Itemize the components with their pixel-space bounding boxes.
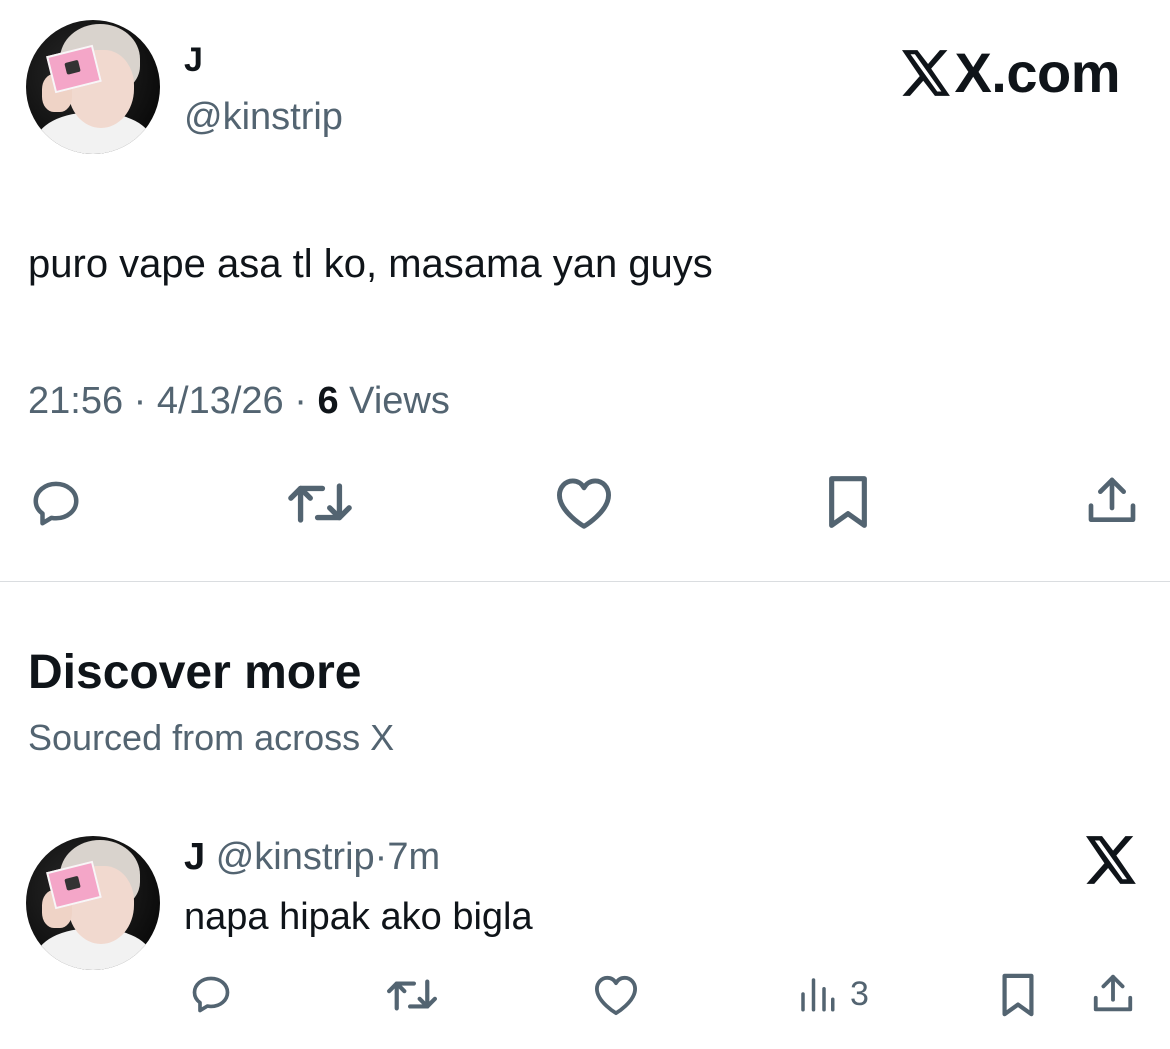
like-icon[interactable] (592, 974, 640, 1016)
bookmark-icon[interactable] (822, 474, 874, 530)
views-count-small: 3 (850, 975, 869, 1013)
card-text: napa hipak ako bigla (184, 896, 533, 938)
share-icon[interactable] (1084, 472, 1140, 530)
discover-title: Discover more (28, 646, 362, 699)
views-icon (801, 978, 835, 1012)
author-name[interactable]: J (184, 40, 203, 80)
discover-subtitle: Sourced from across X (28, 717, 395, 758)
card-author-handle[interactable]: @kinstrip (216, 836, 375, 878)
meta-separator: · (294, 380, 307, 422)
repost-icon[interactable] (384, 974, 440, 1016)
card-separator: · (374, 836, 388, 878)
views-count: 6 (317, 380, 339, 422)
x-logo-icon (902, 50, 951, 96)
divider (0, 581, 1170, 582)
card-author-avatar[interactable] (26, 836, 160, 970)
share-icon[interactable] (1090, 970, 1136, 1018)
tweet-date[interactable]: 4/13/26 (157, 380, 284, 422)
bookmark-icon[interactable] (998, 972, 1038, 1018)
reply-icon[interactable] (188, 972, 234, 1016)
meta-separator: · (133, 380, 147, 422)
tweet-text: puro vape asa tl ko, masama yan guys (28, 242, 713, 286)
card-header: J @kinstrip·7m (184, 834, 440, 880)
reply-icon[interactable] (28, 476, 84, 530)
tweet-time[interactable]: 21:56 (28, 380, 123, 422)
author-handle[interactable]: @kinstrip (184, 94, 343, 140)
brand-watermark: X.com (902, 40, 1120, 106)
x-logo-icon (1086, 836, 1138, 884)
views-button[interactable]: 3 (796, 972, 869, 1016)
card-author-name[interactable]: J (184, 836, 205, 878)
views-label: Views (349, 380, 450, 422)
brand-text: X.com (954, 41, 1120, 104)
card-time[interactable]: 7m (387, 836, 440, 878)
tweet-meta: 21:56 · 4/13/26 · 6 Views (28, 378, 450, 424)
repost-icon[interactable] (286, 476, 354, 530)
like-icon[interactable] (554, 476, 614, 530)
author-avatar[interactable] (26, 20, 160, 154)
